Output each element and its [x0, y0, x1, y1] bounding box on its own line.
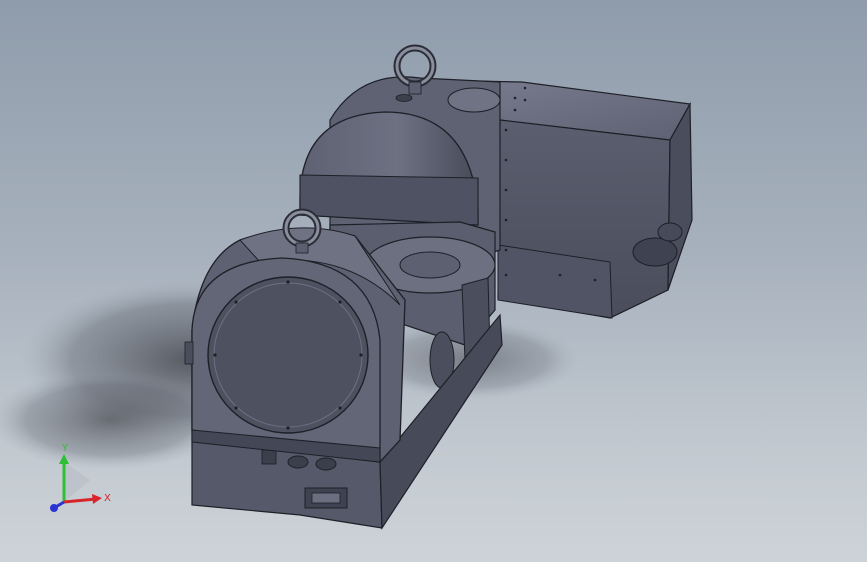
z-axis-arrow-icon	[50, 504, 58, 512]
orientation-triad[interactable]: Y X	[40, 440, 120, 520]
cad-model-view[interactable]	[0, 0, 867, 562]
front-trunnion-drum[interactable]	[184, 227, 406, 463]
y-axis-label: Y	[62, 443, 69, 454]
x-axis-line	[63, 497, 97, 504]
x-axis-arrow-icon	[92, 494, 102, 504]
graphics-viewport[interactable]: Y X	[0, 0, 867, 562]
triad-axes	[50, 454, 102, 512]
y-axis-arrow-icon	[59, 454, 69, 464]
x-axis-label: X	[104, 493, 111, 504]
